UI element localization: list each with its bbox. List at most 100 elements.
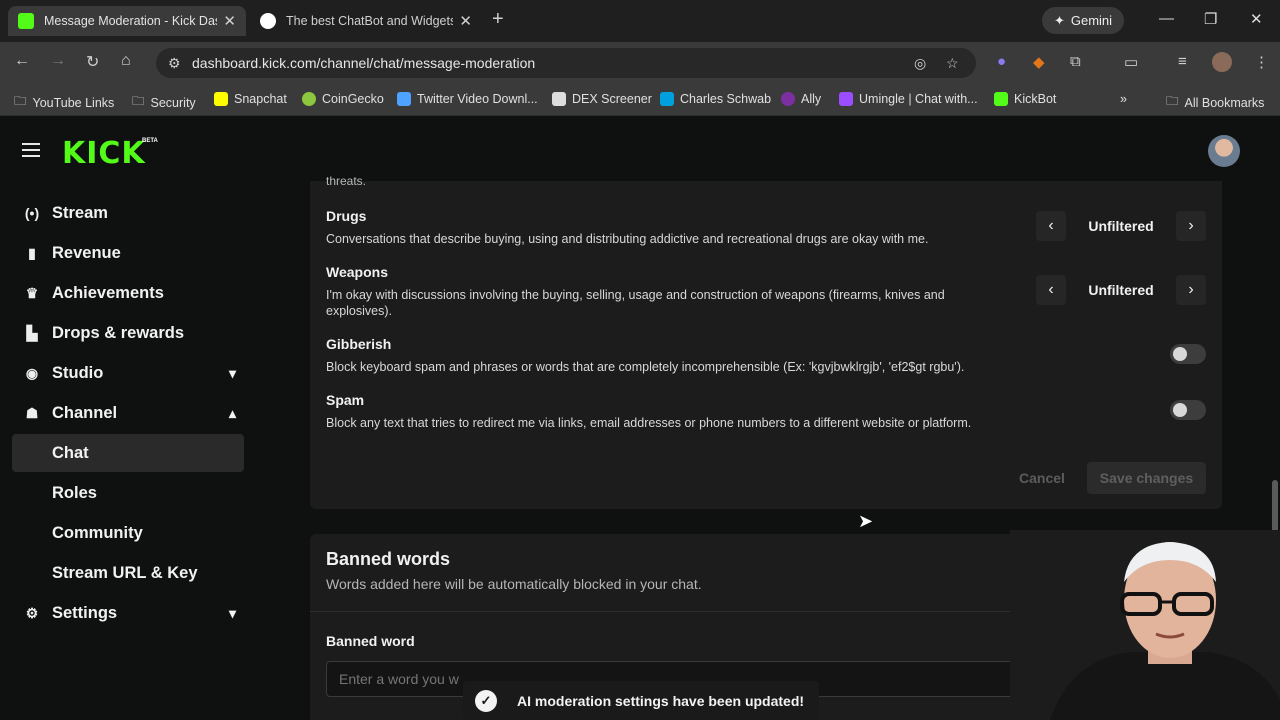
presenter-image [1010, 530, 1280, 720]
extension-icon[interactable]: ● [997, 53, 1006, 70]
toggle-knob [1173, 403, 1187, 417]
bookmark-security[interactable]: 🗀 Security [132, 92, 196, 113]
user-avatar[interactable] [1208, 135, 1240, 167]
chevron-right-icon[interactable]: › [1176, 275, 1206, 305]
eye-off-icon[interactable]: ◎ [914, 55, 926, 72]
success-toast: ✓ AI moderation settings have been updat… [463, 681, 819, 720]
cast-icon[interactable]: ▭ [1124, 53, 1138, 71]
bookmark-ally[interactable]: Ally [781, 92, 821, 106]
top-navigation [0, 121, 1280, 181]
sparkle-icon: ✦ [1053, 12, 1065, 28]
tab-message-moderation[interactable]: Message Moderation - Kick Das ✕ [8, 6, 246, 36]
kickbot-icon [994, 92, 1008, 106]
weapons-level-selector: ‹ Unfiltered › [1036, 275, 1206, 305]
minimize-icon[interactable]: — [1159, 10, 1174, 27]
metamask-icon[interactable]: ◆ [1033, 53, 1045, 71]
close-tab-icon[interactable]: ✕ [223, 12, 236, 30]
tab-title: Message Moderation - Kick Das [44, 14, 218, 28]
option-title-spam: Spam [326, 392, 365, 408]
tab-title: The best ChatBot and Widgets f [286, 14, 454, 28]
option-desc-drugs: Conversations that describe buying, usin… [326, 232, 929, 246]
coingecko-icon [302, 92, 316, 106]
save-changes-button[interactable]: Save changes [1087, 462, 1206, 494]
cancel-button[interactable]: Cancel [1008, 462, 1076, 494]
site-info-icon[interactable]: ⚙ [168, 55, 181, 72]
sidebar-item-settings[interactable]: ⚙ Settings ▾ [12, 594, 244, 632]
sidebar-item-channel[interactable]: ☗ Channel ▴ [12, 394, 244, 432]
close-tab-icon[interactable]: ✕ [459, 12, 472, 30]
option-desc-spam: Block any text that tries to redirect me… [326, 416, 972, 430]
new-tab-icon[interactable]: + [492, 8, 504, 31]
kick-favicon-icon [18, 13, 34, 29]
banned-words-description: Words added here will be automatically b… [326, 576, 702, 592]
mouse-cursor-icon: ➤ [858, 511, 874, 531]
bookmark-kickbot[interactable]: KickBot [994, 92, 1056, 106]
sidebar-item-stream-url-key[interactable]: Stream URL & Key [12, 554, 244, 592]
chevron-left-icon[interactable]: ‹ [1036, 211, 1066, 241]
chevron-left-icon[interactable]: ‹ [1036, 275, 1066, 305]
menu-kebab-icon[interactable]: ⋮ [1254, 53, 1269, 71]
sidebar-item-drops-rewards[interactable]: ▙ Drops & rewards [12, 314, 244, 352]
option-title-drugs: Drugs [326, 208, 367, 224]
address-bar[interactable]: ⚙ dashboard.kick.com/channel/chat/messag… [156, 48, 976, 78]
media-icon[interactable]: ≡ [1178, 53, 1187, 70]
profile-avatar[interactable] [1212, 52, 1232, 72]
toast-message: AI moderation settings have been updated… [517, 692, 805, 709]
bookmark-umingle[interactable]: Umingle | Chat with... [839, 92, 978, 106]
weapons-level-value: Unfiltered [1088, 282, 1154, 298]
trophy-icon: ♛ [25, 284, 39, 301]
spam-toggle[interactable] [1170, 400, 1206, 420]
dex-icon [552, 92, 566, 106]
option-desc-weapons: I'm okay with discussions involving the … [326, 288, 945, 318]
chatbot-favicon-icon [260, 13, 276, 29]
sidebar-item-chat[interactable]: Chat [12, 434, 244, 472]
url-text: dashboard.kick.com/channel/chat/message-… [192, 55, 536, 71]
more-bookmarks-icon[interactable]: » [1120, 92, 1127, 106]
umingle-icon [839, 92, 853, 106]
bookmark-coingecko[interactable]: CoinGecko [302, 92, 384, 106]
gemini-button[interactable]: ✦ Gemini [1042, 7, 1124, 34]
bookmark-youtube-links[interactable]: 🗀 YouTube Links [14, 92, 114, 113]
chevron-right-icon[interactable]: › [1176, 211, 1206, 241]
tab-chatbot[interactable]: The best ChatBot and Widgets f ✕ [250, 6, 482, 36]
checkmark-icon: ✓ [475, 689, 497, 712]
restore-icon[interactable]: ❐ [1204, 10, 1217, 28]
close-window-icon[interactable]: ✕ [1250, 10, 1263, 28]
beta-badge: BETA [142, 138, 158, 144]
snapchat-icon [214, 92, 228, 106]
person-icon: ☗ [25, 404, 39, 421]
bookmark-snapchat[interactable]: Snapchat [214, 92, 287, 106]
download-icon [397, 92, 411, 106]
truncated-description: threats. [326, 174, 367, 188]
sidebar-item-achievements[interactable]: ♛ Achievements [12, 274, 244, 312]
folder-icon: 🗀 [132, 94, 145, 108]
drugs-level-selector: ‹ Unfiltered › [1036, 211, 1206, 241]
reload-icon[interactable]: ↻ [86, 52, 99, 72]
bookmark-dex-screener[interactable]: DEX Screener [552, 92, 652, 106]
folder-icon: 🗀 [14, 94, 27, 108]
chevron-up-icon: ▴ [228, 404, 236, 421]
chevron-down-icon: ▾ [228, 604, 236, 621]
bookmark-charles-schwab[interactable]: Charles Schwab [660, 92, 771, 106]
bookmark-star-icon[interactable]: ☆ [946, 55, 959, 72]
bookmark-twitter-video[interactable]: Twitter Video Downl... [397, 92, 538, 106]
chevron-down-icon: ▾ [228, 364, 236, 381]
option-title-weapons: Weapons [326, 264, 388, 280]
extensions-puzzle-icon[interactable]: ⧉ [1070, 53, 1081, 70]
sidebar-item-community[interactable]: Community [12, 514, 244, 552]
sidebar-item-revenue[interactable]: ▮ Revenue [12, 234, 244, 272]
forward-icon[interactable]: → [50, 52, 66, 70]
gear-icon: ⚙ [25, 604, 39, 621]
home-icon[interactable]: ⌂ [121, 52, 131, 70]
gibberish-toggle[interactable] [1170, 344, 1206, 364]
back-icon[interactable]: ← [14, 52, 30, 70]
sidebar-item-roles[interactable]: Roles [12, 474, 244, 512]
sidebar-item-studio[interactable]: ◉ Studio ▾ [12, 354, 244, 392]
toggle-knob [1173, 347, 1187, 361]
webcam-overlay [1010, 530, 1280, 720]
all-bookmarks[interactable]: 🗀 All Bookmarks [1166, 92, 1264, 113]
sidebar-item-stream[interactable]: (•) Stream [12, 194, 244, 232]
hamburger-menu-icon[interactable] [22, 143, 40, 161]
kick-logo[interactable]: KICK [62, 136, 146, 171]
schwab-icon [660, 92, 674, 106]
